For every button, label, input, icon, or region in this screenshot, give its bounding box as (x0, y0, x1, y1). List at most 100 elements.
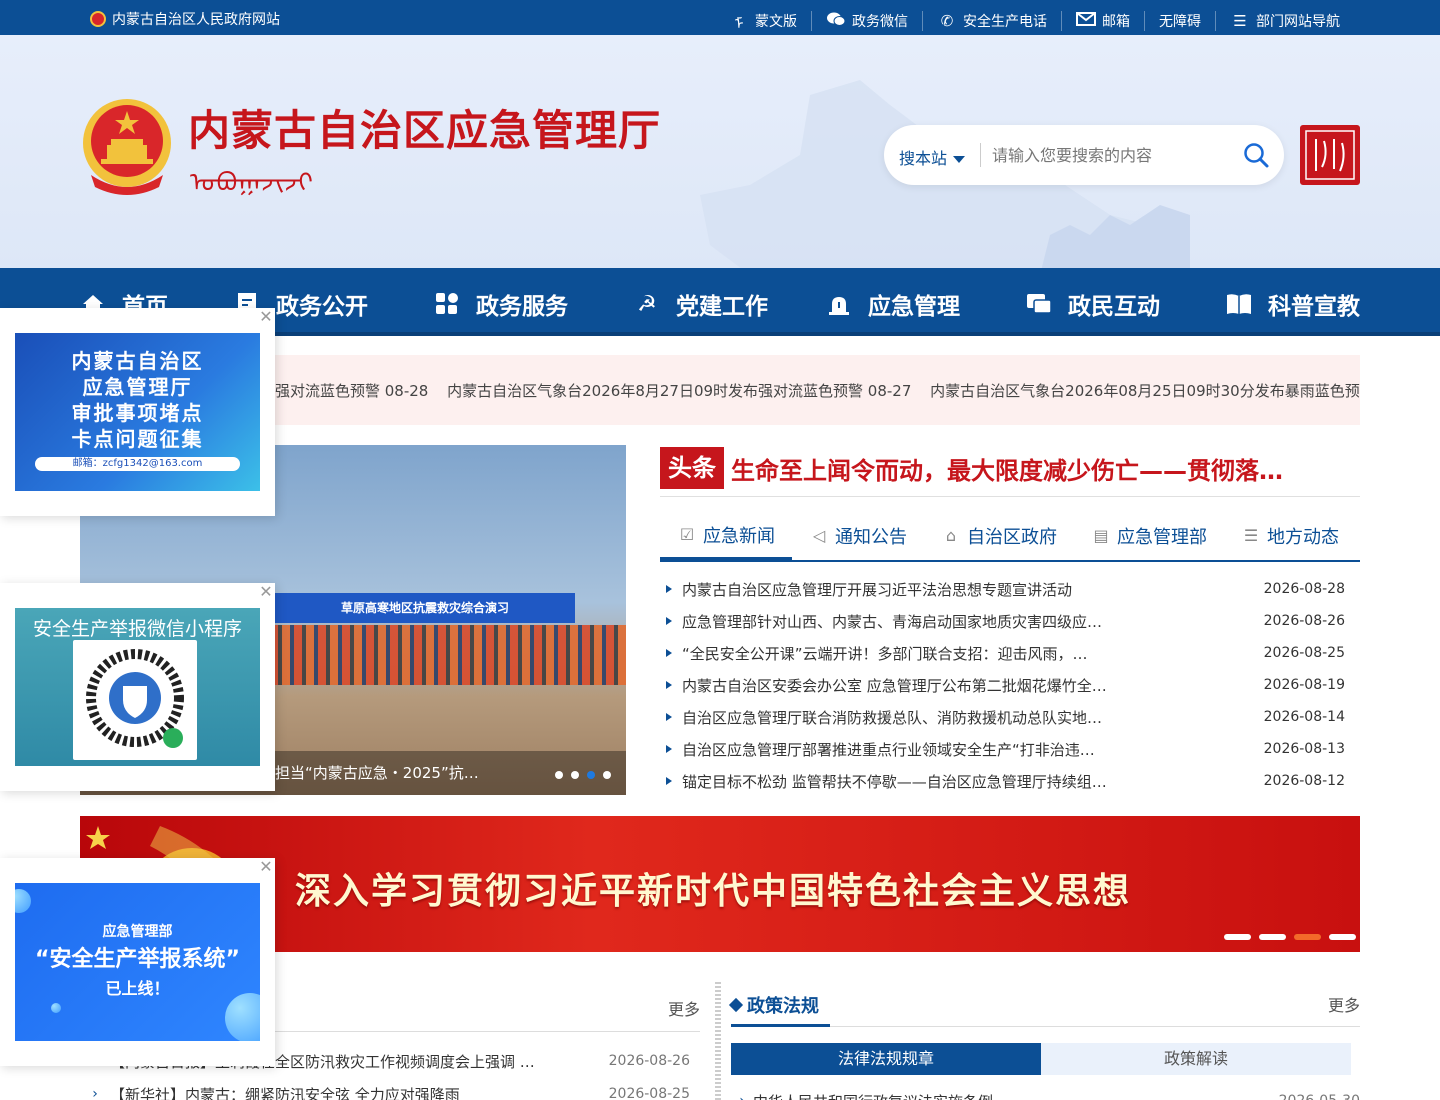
slide-dot-active[interactable] (587, 771, 595, 779)
safety-phone-link[interactable]: ✆ 安全生产电话 (922, 11, 1061, 31)
news-item[interactable]: 内蒙古自治区安委会办公室 应急管理厅公布第二批烟花爆竹全… 2026-08-19 (660, 669, 1360, 701)
tab-label: 通知公告 (835, 527, 907, 548)
grid-icon (434, 291, 460, 317)
slide-event-banner: 草原高寒地区抗震救灾综合演习 (275, 593, 575, 623)
tab-label: 地方动态 (1267, 527, 1339, 548)
close-icon[interactable]: ✕ (258, 584, 274, 600)
search-input[interactable] (992, 140, 1232, 170)
qr-code-image (73, 640, 197, 760)
nav-label: 政务公开 (276, 294, 368, 320)
search-scope-dropdown[interactable]: 搜本站 (899, 145, 966, 169)
government-site-link[interactable]: 内蒙古自治区人民政府网站 (90, 9, 280, 29)
nav-label: 政务服务 (476, 294, 568, 320)
link-label: 邮箱 (1102, 14, 1130, 30)
tab-emergency-news[interactable]: ☑ 应急新闻 (660, 512, 792, 560)
mail-icon (1076, 12, 1096, 30)
link-label: 政务微信 (852, 14, 908, 30)
wechat-link[interactable]: 政务微信 (811, 11, 922, 31)
search-icon[interactable] (1242, 141, 1270, 169)
mongolian-script-icon: ᠮ (734, 15, 744, 33)
nav-public-interaction[interactable]: 政民互动 (1026, 287, 1160, 321)
nav-government-services[interactable]: 政务服务 (434, 287, 568, 321)
banner-page[interactable] (1329, 934, 1356, 940)
banner-page-active[interactable] (1294, 934, 1321, 940)
list-item[interactable]: › 【新华社】内蒙古：绷紧防汛安全弦 全力应对强降雨 2026-08-25 (80, 1079, 700, 1100)
more-link[interactable]: 更多 (1328, 992, 1360, 1016)
news-item[interactable]: 内蒙古自治区应急管理厅开展习近平法治思想专题宣讲活动 2026-08-28 (660, 573, 1360, 605)
nav-label: 政民互动 (1068, 294, 1160, 320)
news-item[interactable]: “全民安全公开课”云端开讲！多部门联合支招：迎击风雨，… 2026-08-25 (660, 637, 1360, 669)
national-emblem-logo (83, 99, 171, 195)
banner-line: 审批事项堵点 (71, 401, 204, 425)
problem-collection-banner[interactable]: 内蒙古自治区 应急管理厅 审批事项堵点 卡点问题征集 邮箱：zcfg1342@1… (15, 333, 260, 491)
close-icon[interactable]: ✕ (258, 309, 274, 325)
chevron-right-icon: › (731, 1093, 753, 1100)
close-icon[interactable]: ✕ (258, 859, 274, 875)
news-item[interactable]: 锚定目标不松劲 监管帮扶不停歇——自治区应急管理厅持续组… 2026-08-12 (660, 765, 1360, 797)
news-date: 2026-08-26 (1263, 613, 1345, 629)
headline-title[interactable]: 生命至上闻令而动，最大限度减少伤亡——贯彻落… (731, 451, 1321, 486)
list-item-date: 2026-08-26 (608, 1053, 690, 1069)
slide-caption[interactable]: 担当“内蒙古应急・2025”抗… (275, 762, 479, 783)
list-item[interactable]: › 中华人民共和国行政复议法实施条例 2026-05-30 (731, 1086, 1360, 1100)
news-item[interactable]: 应急管理部针对山西、内蒙古、青海启动国家地质灾害四级应… 2026-08-26 (660, 605, 1360, 637)
nav-emergency-management[interactable]: 应急管理 (826, 287, 960, 321)
tab-policy-interpretation[interactable]: 政策解读 (1041, 1043, 1351, 1075)
news-date: 2026-08-28 (1263, 581, 1345, 597)
policy-tabs: 法律法规规章 政策解读 (731, 1043, 1360, 1075)
bullet-icon (666, 681, 672, 689)
news-title: 应急管理部针对山西、内蒙古、青海启动国家地质灾害四级应… (682, 612, 1103, 631)
tab-laws-regulations[interactable]: 法律法规规章 (731, 1043, 1041, 1075)
file-icon: ▤ (1093, 526, 1109, 545)
speaker-icon: ◁ (812, 526, 826, 545)
news-title: 锚定目标不松劲 监管帮扶不停歇——自治区应急管理厅持续组… (682, 772, 1107, 791)
wechat-icon (826, 11, 846, 31)
banner-page[interactable] (1224, 934, 1251, 940)
banner-email: 邮箱：zcfg1342@163.com (35, 457, 240, 471)
bullet-icon (666, 745, 672, 753)
news-date: 2026-08-12 (1263, 773, 1345, 789)
ticker-item[interactable]: 内蒙古自治区气象台2026年8月27日09时发布强对流蓝色预警 08-27 (447, 382, 911, 400)
list-item-title: 中华人民共和国行政复议法实施条例 (753, 1091, 993, 1100)
ticker-item[interactable]: 市强对流蓝色预警 08-28 (260, 382, 428, 400)
report-system-banner[interactable]: 应急管理部 “安全生产举报系统” 已上线！ (15, 883, 260, 1041)
news-list: 内蒙古自治区应急管理厅开展习近平法治思想专题宣讲活动 2026-08-28 应急管… (660, 573, 1360, 797)
mailbox-link[interactable]: 邮箱 (1061, 11, 1144, 31)
headline: 头条 生命至上闻令而动，最大限度减少伤亡——贯彻落… (660, 445, 1360, 497)
list-item-date: 2026-05-30 (1279, 1093, 1360, 1100)
phone-icon: ✆ (940, 12, 954, 30)
search-scope-label: 搜本站 (899, 149, 948, 168)
section-title: 政策法规 (728, 992, 819, 1018)
slide-dot[interactable] (555, 771, 563, 779)
accessibility-link[interactable]: 无障碍 (1144, 11, 1215, 31)
slide-dot[interactable] (571, 771, 579, 779)
news-date: 2026-08-25 (1263, 645, 1345, 661)
tab-notices[interactable]: ◁ 通知公告 (792, 512, 924, 560)
diamond-icon (728, 997, 744, 1013)
building-icon: ⌂ (945, 526, 957, 545)
nav-label: 党建工作 (676, 294, 768, 320)
ticker-item[interactable]: 内蒙古自治区气象台2026年08月25日09时30分发布暴雨蓝色预警 (930, 382, 1360, 400)
more-link[interactable]: 更多 (668, 996, 700, 1020)
news-date: 2026-08-13 (1263, 741, 1345, 757)
banner-page[interactable] (1259, 934, 1286, 940)
bullet-icon (666, 713, 672, 721)
nav-party-building[interactable]: ☭ 党建工作 (634, 287, 768, 321)
news-item[interactable]: 自治区应急管理厅联合消防救援总队、消防救援机动总队实地… 2026-08-14 (660, 701, 1360, 733)
department-nav-link[interactable]: ☰ 部门网站导航 (1215, 11, 1354, 31)
tab-local-news[interactable]: ☰ 地方动态 (1224, 512, 1356, 560)
slide-dot[interactable] (603, 771, 611, 779)
tab-regional-government[interactable]: ⌂ 自治区政府 (924, 512, 1074, 560)
top-utility-bar: 内蒙古自治区人民政府网站 ᠮ 蒙文版 政务微信 ✆ 安全生产电话 邮箱 无障碍 … (0, 0, 1440, 35)
miniprogram-banner[interactable]: 安全生产举报微信小程序 (15, 608, 260, 766)
miniprogram-title: 安全生产举报微信小程序 (32, 618, 242, 640)
theme-banner-text: 深入学习贯彻习近平新时代中国特色社会主义思想 (295, 870, 1132, 912)
banner-line: “安全生产举报系统” (35, 947, 240, 972)
calendar-check-icon: ☑ (679, 524, 695, 544)
news-item[interactable]: 自治区应急管理厅部署推进重点行业领域安全生产“打非治违… 2026-08-13 (660, 733, 1360, 765)
tab-ministry[interactable]: ▤ 应急管理部 (1074, 512, 1224, 560)
bullet-icon (666, 777, 672, 785)
chat-icon (1026, 291, 1052, 317)
mongolian-version-link[interactable]: ᠮ 蒙文版 (715, 8, 811, 34)
nav-science-education[interactable]: 科普宣教 (1226, 287, 1360, 321)
